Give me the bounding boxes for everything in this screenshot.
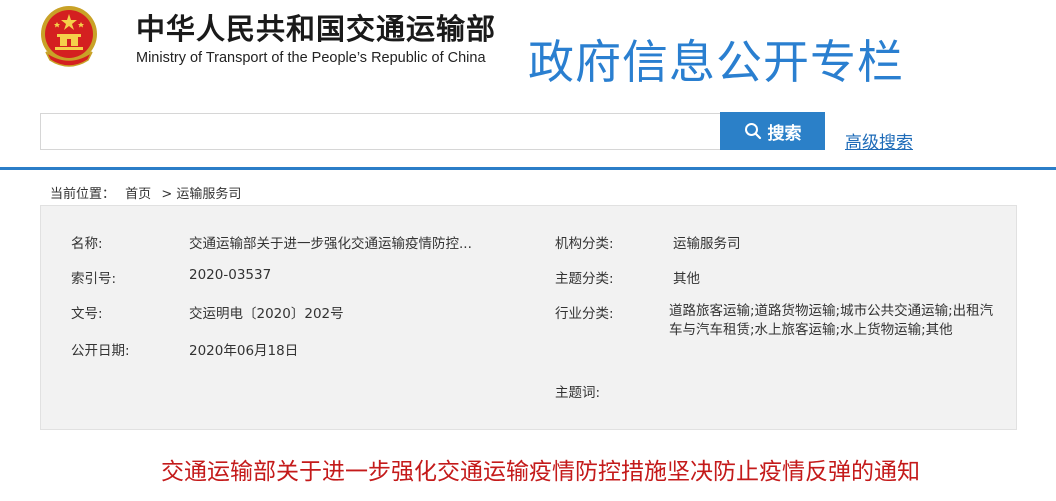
info-org-label: 机构分类:	[555, 236, 614, 252]
ministry-name-cn: 中华人民共和国交通运输部	[136, 12, 497, 46]
column-title: 政府信息公开专栏	[528, 35, 904, 89]
info-index-label: 索引号:	[71, 271, 117, 287]
ministry-name-en: Ministry of Transport of the People’s Re…	[136, 50, 486, 66]
document-info-panel: 名称: 交通运输部关于进一步强化交通运输疫情防控... 索引号: 2020-03…	[40, 205, 1017, 430]
info-org-value: 运输服务司	[673, 236, 741, 252]
breadcrumb-separator: >	[161, 187, 173, 202]
info-name-label: 名称:	[71, 236, 103, 252]
info-date-label: 公开日期:	[71, 343, 130, 359]
info-industry-label: 行业分类:	[555, 306, 614, 322]
info-topic-label: 主题分类:	[555, 271, 614, 287]
breadcrumb-current-link[interactable]: 运输服务司	[176, 187, 241, 202]
breadcrumb: 当前位置： 首页 > 运输服务司	[50, 183, 241, 202]
info-name-value[interactable]: 交通运输部关于进一步强化交通运输疫情防控...	[189, 232, 472, 252]
advanced-search-link[interactable]: 高级搜索	[845, 128, 913, 153]
info-keywords-label: 主题词:	[555, 385, 601, 401]
info-industry-value: 道路旅客运输;道路货物运输;城市公共交通运输;出租汽车与汽车租赁;水上旅客运输;…	[669, 303, 994, 338]
search-input[interactable]	[40, 113, 720, 150]
breadcrumb-prefix: 当前位置：	[50, 187, 116, 202]
national-emblem-icon	[41, 6, 97, 67]
info-docno-value: 交运明电〔2020〕202号	[189, 306, 344, 322]
info-index-value: 2020-03537	[189, 267, 272, 283]
search-button-label: 搜索	[767, 123, 802, 144]
document-title: 交通运输部关于进一步强化交通运输疫情防控措施坚决防止疫情反弹的通知	[161, 459, 920, 485]
info-topic-value: 其他	[673, 271, 700, 287]
header-divider	[0, 167, 1056, 170]
info-docno-label: 文号:	[71, 306, 103, 322]
search-button[interactable]: 搜索	[720, 112, 825, 150]
breadcrumb-home-link[interactable]: 首页	[125, 187, 151, 202]
search-icon	[744, 123, 761, 140]
info-date-value: 2020年06月18日	[189, 343, 299, 359]
